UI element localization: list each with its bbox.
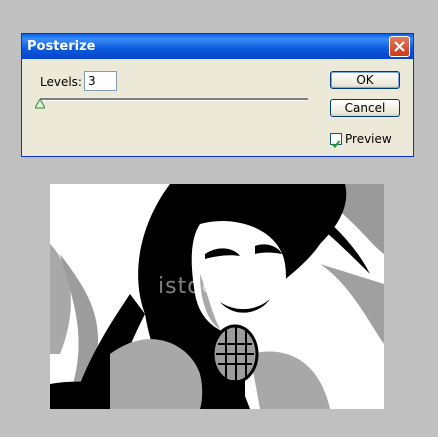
watermark-text: istockphoto [158, 274, 297, 299]
close-button[interactable] [389, 36, 410, 57]
levels-slider-thumb[interactable] [35, 99, 45, 109]
ok-button[interactable]: OK [330, 71, 400, 89]
levels-slider-track[interactable] [40, 98, 308, 101]
preview-checkbox[interactable] [330, 133, 342, 148]
posterized-photo: istockphoto [50, 184, 384, 409]
levels-input[interactable] [84, 71, 117, 91]
close-icon [394, 41, 405, 52]
checkmark-icon [331, 140, 341, 148]
preview-label[interactable]: Preview [345, 132, 392, 146]
cancel-button[interactable]: Cancel [330, 99, 400, 117]
levels-label: Levels: [40, 75, 82, 89]
posterize-dialog: Posterize Levels: OK Cancel Preview [21, 33, 414, 157]
dialog-titlebar[interactable]: Posterize [22, 34, 413, 59]
dialog-title: Posterize [27, 39, 96, 54]
